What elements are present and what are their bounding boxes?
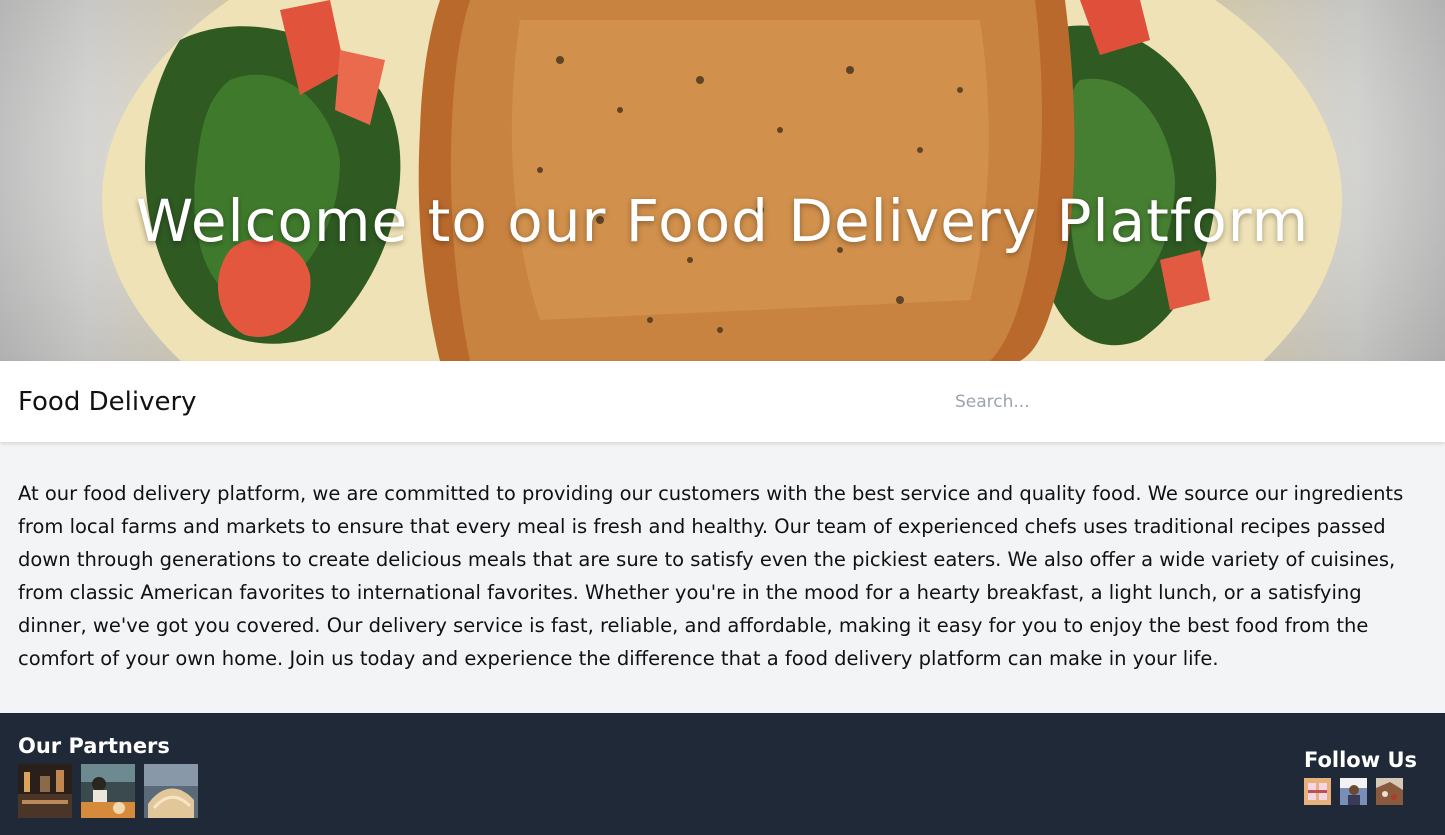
search-input[interactable] xyxy=(947,381,1427,422)
social-photo-1-icon[interactable] xyxy=(1303,778,1331,805)
main-content: At our food delivery platform, we are co… xyxy=(0,442,1445,713)
site-footer: Our Partners Follow Us xyxy=(0,713,1445,835)
restaurant-photo-1-icon[interactable] xyxy=(18,764,72,818)
hero-banner: Welcome to our Food Delivery Platform xyxy=(0,0,1445,361)
hero-title: Welcome to our Food Delivery Platform xyxy=(135,186,1310,255)
social-photo-3-icon[interactable] xyxy=(1375,778,1403,805)
restaurant-photo-3-icon[interactable] xyxy=(144,764,198,818)
partner-logo-list xyxy=(18,764,198,818)
follow-heading: Follow Us xyxy=(1303,748,1417,772)
about-paragraph: At our food delivery platform, we are co… xyxy=(18,482,1404,670)
partners-heading: Our Partners xyxy=(18,734,170,758)
brand-logo-text[interactable]: Food Delivery xyxy=(18,387,197,417)
site-header: Food Delivery xyxy=(0,361,1445,442)
restaurant-photo-2-icon[interactable] xyxy=(81,764,135,818)
social-photo-2-icon[interactable] xyxy=(1339,778,1367,805)
hero-food-image xyxy=(102,0,1342,361)
social-icon-list xyxy=(1303,778,1417,805)
follow-section: Follow Us xyxy=(1303,745,1417,805)
partners-section: Our Partners xyxy=(18,731,198,818)
